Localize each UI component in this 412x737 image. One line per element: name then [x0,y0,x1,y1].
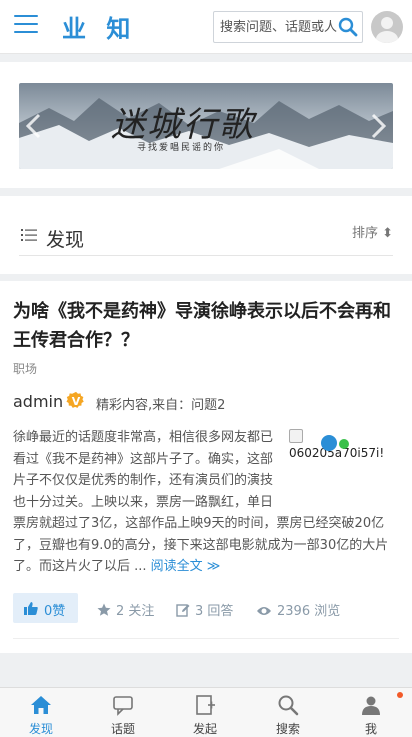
nav-label: 话题 [110,722,135,736]
banner-container: 迷城行歌 寻找爱唱民谣的你 [0,62,412,188]
user-icon [362,696,380,715]
like-button[interactable]: 0赞 [13,593,78,623]
site-logo[interactable]: 业 知 [62,9,136,44]
follow-count: 2 关注 [116,604,155,619]
author-name[interactable]: admin [13,392,63,411]
thumb-green-dot [339,439,349,449]
answer-excerpt: 060205a70i57i! 徐峥最近的话题度非常高，相信很多网友都已看过《我不… [13,427,393,579]
answers-button[interactable]: 3 回答 [176,600,233,619]
action-bar: 0赞 2 关注 3 回答 2396 浏览 [13,593,399,623]
banner-title: 迷城行歌 [111,105,255,145]
search-input[interactable] [214,12,338,42]
chat-icon [113,696,133,716]
card-divider [13,638,399,639]
nav-label: 我 [364,722,377,736]
answer-count: 3 回答 [195,604,234,619]
avatar-placeholder-icon [376,17,398,43]
follow-button[interactable]: 2 关注 [97,600,154,619]
nav-label: 搜索 [275,722,300,736]
menu-icon[interactable] [14,15,38,35]
thumbnail-alt-text: 060205a70i57i! [289,446,385,460]
search-icon [278,695,299,716]
question-card: 为啥《我不是药神》导演徐峥表示以后不会再和王传君合作？？ 职场 admin V … [0,281,412,653]
user-avatar[interactable] [371,11,403,43]
question-title[interactable]: 为啥《我不是药神》导演徐峥表示以后不会再和王传君合作？？ [13,297,399,355]
read-more-link[interactable]: 阅读全文 ≫ [151,559,221,574]
views-indicator: 2396 浏览 [256,600,340,619]
view-count: 2396 浏览 [277,604,341,619]
section-title: 发现 [46,229,85,251]
eye-icon [257,607,271,615]
answer-thumbnail[interactable]: 060205a70i57i! [289,429,393,489]
sort-button[interactable]: 排序 ⬍ [352,222,393,241]
nav-search[interactable]: 搜索 [247,688,329,737]
question-topic-tag[interactable]: 职场 [13,360,37,377]
search-icon[interactable] [338,17,358,37]
section-title-bar: 发现 排序 ⬍ [19,216,393,256]
nav-compose[interactable]: 发起 [164,688,246,737]
star-icon [97,603,111,616]
svg-text:V: V [72,395,81,408]
thumbs-up-icon [24,602,38,615]
next-arrow-icon[interactable] [365,111,391,141]
compose-icon [196,695,215,715]
edit-icon [176,604,190,617]
bottom-navigation: 发现 话题 发起 搜索 我 [0,687,412,737]
discover-section-header: 发现 排序 ⬍ [0,196,412,274]
nav-discover[interactable]: 发现 [0,688,82,737]
verified-badge-icon: V [66,391,84,408]
answer-meta: 精彩内容,来自：问题2 [96,398,226,413]
top-header: 业 知 [0,0,412,54]
nav-label: 发起 [192,722,217,736]
like-count: 0赞 [44,604,66,619]
home-icon [31,696,51,714]
broken-image-icon [289,429,303,443]
nav-label: 发现 [28,722,53,736]
notification-dot [397,692,403,698]
prev-arrow-icon[interactable] [21,111,47,141]
thumb-blue-dot [321,435,337,451]
banner-subtitle: 寻找爱唱民谣的你 [137,143,226,153]
search-box [213,11,363,43]
nav-topics[interactable]: 话题 [82,688,164,737]
list-icon [21,229,37,241]
banner-image[interactable]: 迷城行歌 寻找爱唱民谣的你 [19,83,393,169]
